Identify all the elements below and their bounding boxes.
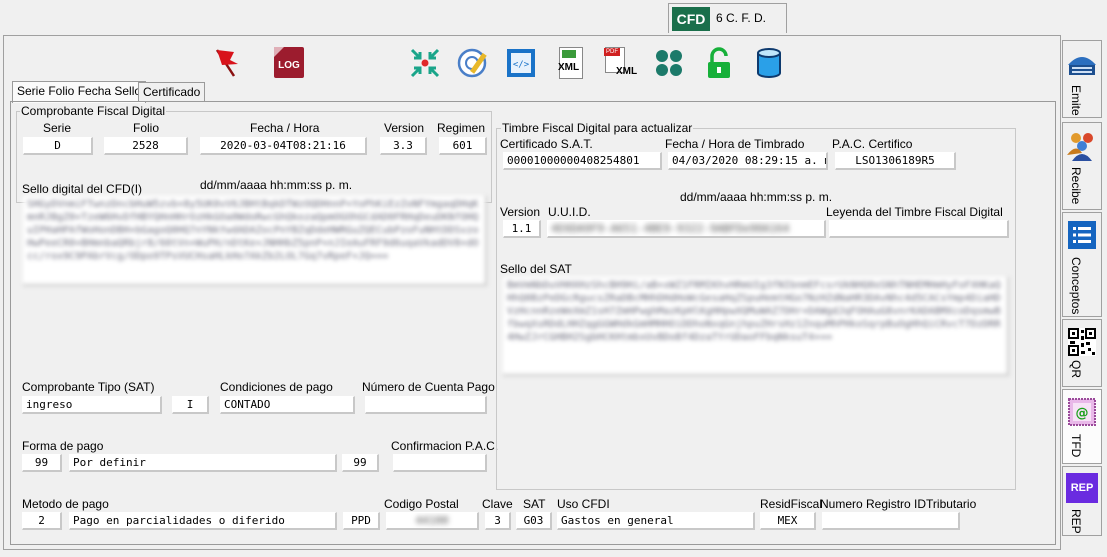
- confirmacion-label: Confirmacion P.A.C.: [391, 439, 499, 453]
- stamp-at-icon: @: [1068, 398, 1096, 426]
- serie-label: Serie: [43, 121, 72, 135]
- uuid-field[interactable]: 4E6DA9F9-A651-4BE9-9322-9ABFDe90A164: [547, 220, 826, 238]
- pdf-xml-file-icon[interactable]: PDF XML: [602, 46, 637, 80]
- building-icon: [1068, 57, 1096, 75]
- sello-sat-textarea[interactable]: BmVmNbDuVHHXHzShcBH9Hi/aB+xWZ1FRMIKhvHRm…: [503, 277, 1009, 376]
- side-button-recibe[interactable]: Recibe: [1062, 122, 1102, 210]
- version-tfd-field[interactable]: 1.1: [503, 220, 541, 238]
- sello-sat-label: Sello del SAT: [500, 262, 572, 276]
- rep-icon: REP: [1066, 473, 1098, 503]
- tipo-label: Comprobante Tipo (SAT): [22, 380, 155, 394]
- tipo-field[interactable]: ingreso: [22, 396, 162, 414]
- forma-code2-field[interactable]: 99: [342, 454, 379, 472]
- cuenta-label: Número de Cuenta Pago: [362, 380, 495, 394]
- version-tfd-label: Version: [500, 205, 541, 219]
- qr-code-icon: [1068, 328, 1096, 356]
- serie-field[interactable]: D: [23, 137, 93, 155]
- metodo-code-field[interactable]: 2: [22, 512, 62, 530]
- sello-cfd-textarea[interactable]: SHGyDVnmiFTwnzDncbHuW5zvb+8y5UK0vV6JBHtB…: [23, 196, 487, 286]
- cfd-badge: CFD: [672, 7, 710, 31]
- metodo-desc-field[interactable]: Pago en parcialidades o diferido: [69, 512, 337, 530]
- metodo-code2-field[interactable]: PPD: [343, 512, 380, 530]
- code-file-icon[interactable]: </>: [504, 46, 538, 80]
- sello-date-format: dd/mm/aaaa hh:mm:ss p. m.: [200, 178, 353, 192]
- uso-field[interactable]: Gastos en general: [557, 512, 755, 530]
- side-label-recibe: Recibe: [1069, 167, 1083, 205]
- metodo-label: Metodo de pago: [22, 497, 109, 511]
- resid-label: ResidFiscal: [760, 497, 823, 511]
- log-icon[interactable]: LOG: [272, 46, 306, 80]
- tipo-code-field[interactable]: I: [172, 396, 209, 414]
- cuenta-field[interactable]: [365, 396, 487, 414]
- condiciones-label: Condiciones de pago: [220, 380, 333, 394]
- side-button-rep[interactable]: REP REP: [1062, 466, 1102, 536]
- svg-text:</>: </>: [513, 60, 530, 70]
- leyenda-field[interactable]: [829, 220, 1009, 238]
- unlock-icon[interactable]: [702, 46, 736, 80]
- forma-label: Forma de pago: [22, 439, 104, 453]
- cp-field[interactable]: 44100: [386, 512, 479, 530]
- tab-cfd[interactable]: CFD 6 C. F. D.: [668, 3, 787, 33]
- version-label: Version: [384, 121, 425, 135]
- folio-label: Folio: [133, 121, 160, 135]
- flag-icon[interactable]: [208, 46, 242, 80]
- clave-field[interactable]: 3: [485, 512, 511, 530]
- stamp-icon[interactable]: [456, 46, 490, 80]
- list-icon: [1068, 221, 1096, 249]
- fecha-timbrado-label: Fecha / Hora de Timbrado: [665, 137, 805, 151]
- users-icon: [1067, 133, 1093, 161]
- comprobante-title: Comprobante Fiscal Digital: [20, 104, 167, 118]
- database-icon[interactable]: [752, 46, 786, 80]
- regimen-field[interactable]: 601: [439, 137, 487, 155]
- sat-label: SAT: [523, 497, 546, 511]
- timbre-title: Timbre Fiscal Digital para actualizar: [501, 121, 694, 135]
- regimen-label: Regimen: [437, 121, 486, 135]
- pac-label: P.A.C. Certifico: [832, 137, 913, 151]
- cert-sat-field[interactable]: 00001000000408254801: [503, 152, 662, 170]
- side-label-tfd: TFD: [1069, 434, 1083, 458]
- fecha-label: Fecha / Hora: [250, 121, 320, 135]
- numreg-field[interactable]: [822, 512, 960, 530]
- leyenda-label: Leyenda del Timbre Fiscal Digital: [826, 205, 1003, 219]
- uuid-label: U.U.I.D.: [548, 205, 591, 219]
- pac-field[interactable]: LSO1306189R5: [835, 152, 956, 170]
- clave-label: Clave: [482, 497, 513, 511]
- numreg-label: Numero Registro IDTributario: [820, 497, 977, 511]
- confirmacion-field[interactable]: [393, 454, 487, 472]
- sat-field[interactable]: G03: [516, 512, 552, 530]
- xml-file-icon[interactable]: XML: [554, 46, 588, 80]
- side-label-emite: Emite: [1069, 85, 1083, 116]
- fecha-timbrado-field[interactable]: 04/03/2020 08:29:15 a. m.: [668, 152, 828, 170]
- side-button-tfd[interactable]: @ TFD: [1062, 389, 1102, 464]
- collapse-arrows-icon[interactable]: [408, 46, 442, 80]
- side-button-conceptos[interactable]: Conceptos: [1062, 212, 1102, 317]
- forma-desc-field[interactable]: Por definir: [69, 454, 337, 472]
- resid-field[interactable]: MEX: [760, 512, 816, 530]
- cert-sat-label: Certificado S.A.T.: [500, 137, 593, 151]
- cp-label: Codigo Postal: [384, 497, 459, 511]
- fecha-field[interactable]: 2020-03-04T08:21:16: [200, 137, 367, 155]
- side-label-conceptos: Conceptos: [1069, 257, 1083, 315]
- side-button-qr[interactable]: QR: [1062, 319, 1102, 387]
- folio-field[interactable]: 2528: [104, 137, 188, 155]
- version-field[interactable]: 3.3: [380, 137, 427, 155]
- tab-certificado[interactable]: Certificado: [138, 82, 206, 102]
- side-button-emite[interactable]: Emite: [1062, 40, 1102, 118]
- forma-code-field[interactable]: 99: [22, 454, 62, 472]
- timbre-date-format: dd/mm/aaaa hh:mm:ss p. m.: [680, 190, 833, 204]
- svg-text:@: @: [1076, 406, 1089, 421]
- side-label-rep: REP: [1069, 509, 1083, 534]
- tab-cfd-label: 6 C. F. D.: [716, 11, 767, 25]
- tab-serie-folio[interactable]: Serie Folio Fecha Sello: [12, 81, 147, 103]
- uso-label: Uso CFDI: [557, 497, 610, 511]
- condiciones-field[interactable]: CONTADO: [220, 396, 355, 414]
- sello-cfd-label: Sello digital del CFD(I): [22, 182, 143, 196]
- apps-grid-icon[interactable]: [652, 46, 686, 80]
- side-label-qr: QR: [1069, 360, 1083, 378]
